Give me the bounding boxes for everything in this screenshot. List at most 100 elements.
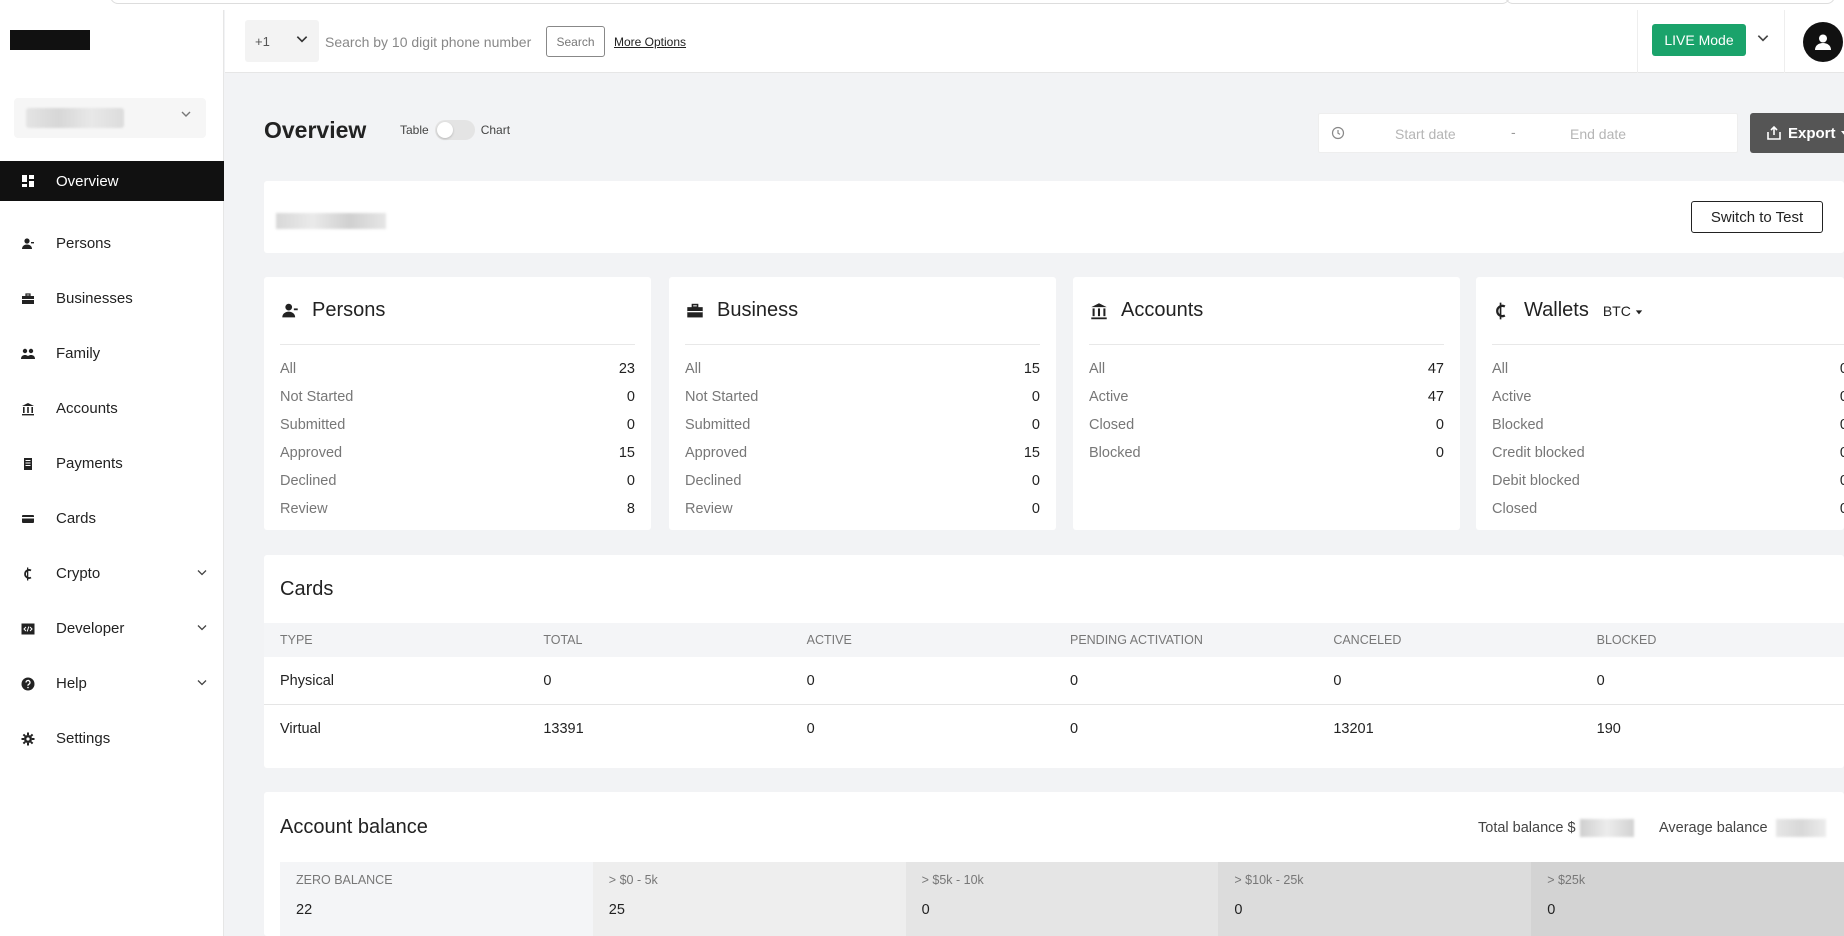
stat-value: 0 [626,389,635,405]
column-header: TOTAL [543,633,583,647]
switch-to-test-button[interactable]: Switch to Test [1691,201,1823,233]
table-header-row: TYPE TOTAL ACTIVE PENDING ACTIVATION CAN… [264,623,1844,657]
stat-row: Closed 0 [1492,495,1844,523]
stat-row: Blocked 0 [1492,411,1844,439]
stat-value: 0 [1839,389,1844,405]
wallets-stat-card: Wallets BTC All 0 Active 0 Blocked 0 Credit… [1476,277,1844,530]
sidebar-item-family[interactable]: Family [0,326,224,381]
balance-buckets: ZERO BALANCE 22 > $0 - 5k 25 > $5k - 10k… [280,862,1844,936]
browser-strip [0,0,1844,10]
bucket-label: ZERO BALANCE [296,873,393,887]
stat-label: Submitted [280,417,346,433]
stat-label: Approved [280,445,343,461]
card-title: Cards [280,578,334,600]
stat-label: Debit blocked [1492,473,1580,489]
stat-rows: All 0 Active 0 Blocked 0 Credit blocked 0 De… [1492,345,1844,523]
organization-card: Switch to Test [264,181,1844,253]
bucket-value: 22 [296,902,313,918]
stat-row: All 0 [1492,355,1844,383]
stat-row: Approved 15 [280,439,635,467]
stat-label: Closed [1089,417,1135,433]
chevron-down-icon [180,108,192,123]
person-icon [280,302,302,320]
more-options-link[interactable]: More Options [614,35,686,49]
stat-value: 0 [1031,473,1040,489]
stat-row: Declined 0 [280,467,635,495]
sidebar-item-persons[interactable]: Persons [0,216,224,271]
card-title: Business [717,299,799,321]
stat-value: 15 [1023,445,1040,461]
stat-value: 0 [1031,389,1040,405]
table-chart-toggle-group: Table Chart [400,120,510,140]
stat-value: 0 [1839,361,1844,377]
export-label: Export [1788,124,1836,142]
stat-value: 0 [1435,417,1444,433]
briefcase-icon [20,291,36,307]
stat-value: 0 [1031,417,1040,433]
sidebar-item-developer[interactable]: Developer [0,601,224,656]
balance-bucket: > $5k - 10k 0 [905,862,1219,936]
average-balance-label: Average balance [1659,819,1768,836]
stat-label: Active [1089,389,1129,405]
stat-value: 47 [1427,361,1444,377]
persons-stat-card: Persons All 23 Not Started 0 Submitted 0 Ap… [264,277,651,530]
stat-row: Declined 0 [685,467,1040,495]
sidebar-item-label: Cards [56,510,97,527]
stat-label: Declined [280,473,337,489]
stat-value: 0 [1435,445,1444,461]
live-mode-button[interactable]: LIVE Mode [1652,24,1746,56]
user-icon [1815,34,1831,50]
currency-dropdown[interactable]: BTC [1603,303,1643,319]
sidebar-item-payments[interactable]: Payments [0,436,224,491]
stat-label: Declined [685,473,742,489]
bucket-label: > $0 - 5k [608,873,658,887]
briefcase-icon [685,302,707,320]
business-stat-card: Business All 15 Not Started 0 Submitted 0 A… [669,277,1056,530]
bucket-value: 0 [921,902,930,918]
sidebar-item-settings[interactable]: Settings [0,711,224,766]
bucket-value: 0 [1234,902,1243,918]
chevron-down-icon[interactable] [196,565,208,582]
start-date-input[interactable]: Start date [1395,126,1456,142]
phone-search-input[interactable] [325,30,545,54]
organization-select[interactable] [14,98,206,138]
stat-row: Closed 0 [1089,411,1444,439]
caret-down-icon [1840,131,1844,136]
sidebar-item-help[interactable]: Help [0,656,224,711]
balance-bucket: > $0 - 5k 25 [592,862,906,936]
card-title: Persons [312,299,386,321]
stat-rows: All 23 Not Started 0 Submitted 0 Approved 15… [280,345,635,523]
bucket-label: > $5k - 10k [921,873,984,887]
sidebar-item-label: Family [56,345,101,362]
export-button[interactable]: Export [1750,113,1844,153]
sidebar-item-businesses[interactable]: Businesses [0,271,224,326]
sidebar-item-accounts[interactable]: Accounts [0,381,224,436]
user-avatar[interactable] [1803,22,1843,62]
account-balance-card: Account balance Total balance $ Average … [264,792,1844,936]
sidebar-item-cards[interactable]: Cards [0,491,224,546]
table-chart-toggle[interactable] [434,120,475,140]
country-code-select[interactable]: +1 [245,20,319,62]
date-range-picker[interactable]: Start date - End date [1318,113,1738,153]
sidebar-item-overview[interactable]: Overview [0,161,224,201]
sidebar-item-label: Settings [56,730,111,747]
chevron-down-icon[interactable] [196,620,208,637]
end-date-input[interactable]: End date [1570,126,1626,142]
stat-label: Blocked [1492,417,1544,433]
stat-row: Review 8 [280,495,635,523]
stat-label: All [1089,361,1106,377]
stat-label: Not Started [685,389,759,405]
table-cell: 0 [1596,672,1605,689]
crypto-icon [1492,301,1514,321]
stat-row: Submitted 0 [280,411,635,439]
chevron-down-icon[interactable] [196,675,208,692]
sidebar-item-crypto[interactable]: Crypto [0,546,224,601]
sidebar-item-label: Help [56,675,87,692]
mode-switcher: LIVE Mode [1637,10,1785,73]
card-header: Accounts [1089,277,1444,345]
table-cell: Virtual [280,721,321,737]
stat-rows: All 47 Active 47 Closed 0 Blocked 0 [1089,345,1444,467]
search-button[interactable]: Search [546,26,605,57]
chevron-down-icon[interactable] [1756,31,1770,49]
balance-bucket: > $10k - 25k 0 [1218,862,1532,936]
